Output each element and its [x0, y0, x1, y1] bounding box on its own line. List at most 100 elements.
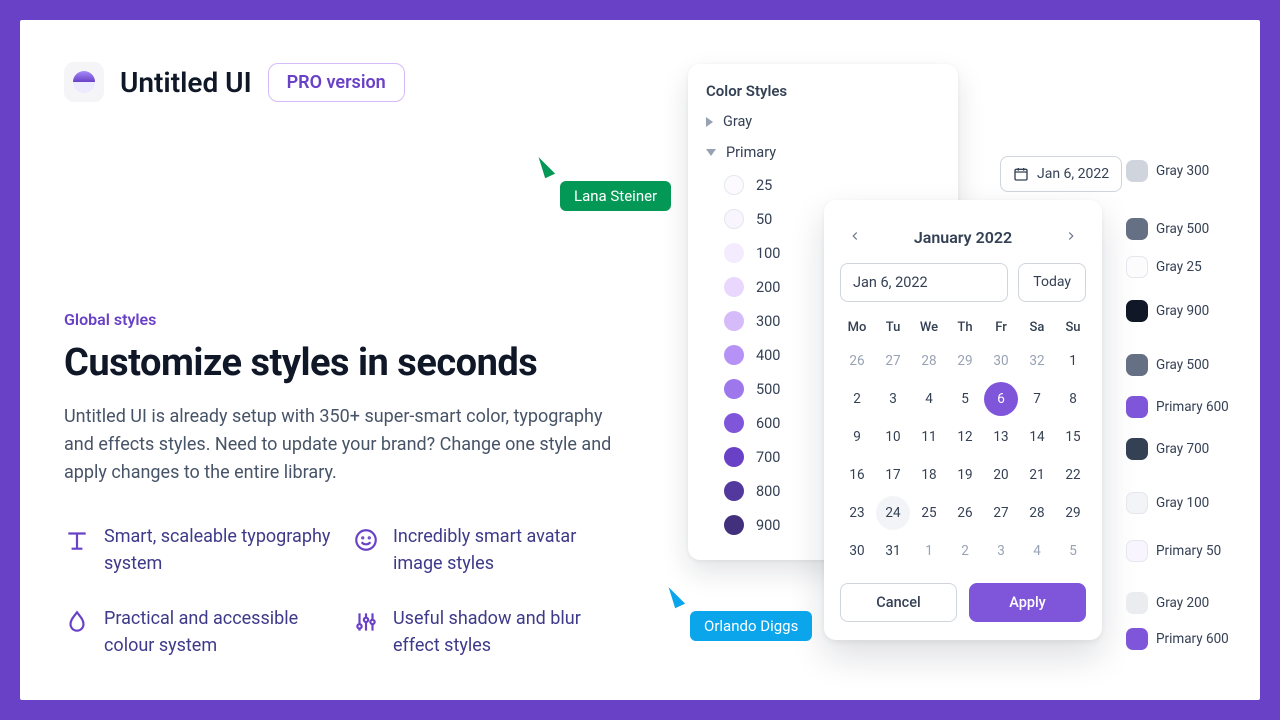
day-cell[interactable]: 2	[948, 534, 982, 568]
style-chip[interactable]: Gray 500	[1126, 354, 1229, 376]
swatch-label: 900	[756, 517, 780, 534]
day-cell[interactable]: 1	[912, 534, 946, 568]
style-chip[interactable]: Primary 600	[1126, 396, 1229, 418]
style-chip[interactable]: Gray 25	[1126, 256, 1229, 278]
chip-swatch-icon	[1126, 438, 1148, 460]
day-cell[interactable]: 21	[1020, 458, 1054, 492]
feature-text: Useful shadow and blur effect styles	[393, 605, 624, 659]
collaborator-cursor-green: Lana Steiner	[540, 155, 671, 211]
chip-label: Gray 900	[1156, 303, 1209, 319]
chip-label: Gray 500	[1156, 357, 1209, 373]
chip-swatch-icon	[1126, 354, 1148, 376]
tree-item-primary[interactable]: Primary	[688, 137, 958, 168]
style-chip[interactable]: Primary 50	[1126, 540, 1229, 562]
day-cell[interactable]: 28	[1020, 496, 1054, 530]
chip-swatch-icon	[1126, 256, 1148, 278]
day-cell[interactable]: 5	[1056, 534, 1090, 568]
chip-swatch-icon	[1126, 592, 1148, 614]
chip-swatch-icon	[1126, 396, 1148, 418]
day-cell[interactable]: 30	[840, 534, 874, 568]
day-cell[interactable]: 26	[948, 496, 982, 530]
cursor-icon	[536, 154, 555, 179]
style-chip[interactable]: Gray 300	[1126, 160, 1229, 182]
day-cell[interactable]: 17	[876, 458, 910, 492]
brand-name: Untitled UI	[120, 66, 252, 99]
day-cell[interactable]: 7	[1020, 382, 1054, 416]
swatch-label: 700	[756, 449, 780, 466]
day-cell[interactable]: 15	[1056, 420, 1090, 454]
cancel-button[interactable]: Cancel	[840, 583, 957, 622]
chip-swatch-icon	[1126, 300, 1148, 322]
date-button[interactable]: Jan 6, 2022	[1000, 156, 1122, 192]
cursor-icon	[666, 584, 685, 609]
day-cell[interactable]: 31	[876, 534, 910, 568]
day-cell[interactable]: 4	[912, 382, 946, 416]
swatch-icon	[724, 311, 744, 331]
pro-version-badge[interactable]: PRO version	[268, 63, 405, 102]
day-cell[interactable]: 26	[840, 344, 874, 378]
weekday-label: Fr	[984, 314, 1018, 341]
day-cell[interactable]: 23	[840, 496, 874, 530]
day-cell[interactable]: 28	[912, 344, 946, 378]
weekday-label: Sa	[1020, 314, 1054, 341]
swatch-label: 25	[756, 177, 772, 194]
day-cell[interactable]: 18	[912, 458, 946, 492]
color-swatch-row[interactable]: 25	[688, 168, 958, 202]
day-cell[interactable]: 5	[948, 382, 982, 416]
chevron-right-icon[interactable]	[1060, 224, 1082, 251]
today-button[interactable]: Today	[1018, 263, 1086, 302]
style-chip[interactable]: Gray 200	[1126, 592, 1229, 614]
tree-item-gray[interactable]: Gray	[688, 106, 958, 137]
day-cell[interactable]: 14	[1020, 420, 1054, 454]
apply-button[interactable]: Apply	[969, 583, 1086, 622]
day-cell[interactable]: 9	[840, 420, 874, 454]
day-cell[interactable]: 29	[948, 344, 982, 378]
day-cell[interactable]: 11	[912, 420, 946, 454]
day-cell[interactable]: 12	[948, 420, 982, 454]
day-cell[interactable]: 20	[984, 458, 1018, 492]
body-text: Untitled UI is already setup with 350+ s…	[64, 403, 624, 487]
day-cell[interactable]: 24	[876, 496, 910, 530]
style-chip[interactable]: Gray 100	[1126, 492, 1229, 514]
day-cell[interactable]: 2	[840, 382, 874, 416]
collaborator-cursor-blue: Orlando Diggs	[670, 585, 812, 641]
feature-text: Smart, scaleable typography system	[104, 523, 335, 577]
chip-label: Gray 300	[1156, 163, 1209, 179]
day-cell[interactable]: 22	[1056, 458, 1090, 492]
day-cell[interactable]: 4	[1020, 534, 1054, 568]
day-cell[interactable]: 19	[948, 458, 982, 492]
day-cell[interactable]: 27	[876, 344, 910, 378]
chevron-down-icon	[706, 149, 716, 156]
day-cell[interactable]: 6	[984, 382, 1018, 416]
collaborator-name: Lana Steiner	[560, 181, 671, 211]
day-cell[interactable]: 10	[876, 420, 910, 454]
chevron-left-icon[interactable]	[844, 224, 866, 251]
logo-icon	[73, 71, 95, 93]
weekday-label: Su	[1056, 314, 1090, 341]
date-button-label: Jan 6, 2022	[1037, 166, 1109, 182]
month-label: January 2022	[914, 228, 1012, 247]
style-chip[interactable]: Gray 900	[1126, 300, 1229, 322]
panel-title: Color Styles	[688, 78, 958, 106]
date-input[interactable]: Jan 6, 2022	[840, 263, 1008, 302]
day-cell[interactable]: 25	[912, 496, 946, 530]
day-cell[interactable]: 3	[984, 534, 1018, 568]
chip-label: Gray 100	[1156, 495, 1209, 511]
tree-label: Gray	[723, 113, 752, 130]
day-cell[interactable]: 8	[1056, 382, 1090, 416]
chip-swatch-icon	[1126, 160, 1148, 182]
style-chip[interactable]: Gray 500	[1126, 218, 1229, 240]
swatch-icon	[724, 413, 744, 433]
day-cell[interactable]: 27	[984, 496, 1018, 530]
day-cell[interactable]: 13	[984, 420, 1018, 454]
day-cell[interactable]: 3	[876, 382, 910, 416]
day-cell[interactable]: 16	[840, 458, 874, 492]
day-cell[interactable]: 29	[1056, 496, 1090, 530]
chip-swatch-icon	[1126, 628, 1148, 650]
swatch-label: 300	[756, 313, 780, 330]
day-cell[interactable]: 32	[1020, 344, 1054, 378]
day-cell[interactable]: 1	[1056, 344, 1090, 378]
style-chip[interactable]: Primary 600	[1126, 628, 1229, 650]
style-chip[interactable]: Gray 700	[1126, 438, 1229, 460]
day-cell[interactable]: 30	[984, 344, 1018, 378]
